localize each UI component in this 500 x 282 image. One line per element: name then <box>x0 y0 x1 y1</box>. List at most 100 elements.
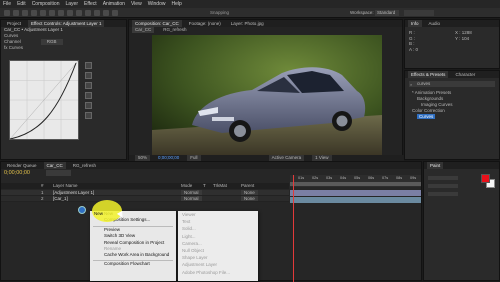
flow-slider[interactable] <box>428 184 458 188</box>
layer-row[interactable]: 2 [Car_1] Normal None <box>1 196 289 202</box>
curves-graph[interactable] <box>9 60 79 140</box>
opacity-slider[interactable] <box>428 176 458 180</box>
submenu-item-solid[interactable]: Solid... <box>178 225 258 232</box>
time-ruler[interactable]: 01s 02s 03s 04s 05s 06s 07s 08s 09s <box>290 175 421 187</box>
save-icon[interactable] <box>85 92 92 99</box>
tab-timeline-car-cc[interactable]: Car_CC <box>43 162 66 169</box>
rotate-tool-icon[interactable] <box>31 10 37 16</box>
menu-item-composition-flowchart[interactable]: Composition Flowchart <box>90 261 176 267</box>
ruler-tick: 02s <box>312 176 319 180</box>
work-area-bar[interactable] <box>290 182 421 186</box>
eraser-tool-icon[interactable] <box>103 10 109 16</box>
snapping-label[interactable]: Snapping <box>210 10 229 15</box>
selection-tool-icon[interactable] <box>4 10 10 16</box>
ruler-tick: 04s <box>340 176 347 180</box>
timeline-timecode[interactable]: 0;00;00;00 <box>4 170 30 176</box>
submenu-item-adjustment-layer[interactable]: Adjustment Layer <box>178 261 258 268</box>
ruler-tick: 09s <box>410 176 417 180</box>
clone-tool-icon[interactable] <box>94 10 100 16</box>
ruler-tick: 05s <box>354 176 361 180</box>
composition-panel: Composition: Car_CC Footage: (none) Laye… <box>128 19 404 161</box>
comp-breadcrumb-2[interactable]: RG_refresh <box>160 27 189 33</box>
tab-effects-presets[interactable]: Effects & Presets <box>408 71 449 78</box>
effects-search-input[interactable]: curves <box>409 81 495 87</box>
submenu-item-text[interactable]: Text <box>178 218 258 225</box>
submenu-item-shape-layer[interactable]: Shape Layer <box>178 254 258 261</box>
workspace-label: Workspace: <box>350 10 374 15</box>
brush-tool-icon[interactable] <box>85 10 91 16</box>
menu-file[interactable]: File <box>3 0 11 8</box>
layer-bar-car[interactable] <box>290 197 421 203</box>
tab-character[interactable]: Character <box>452 71 478 78</box>
effects-item-curves[interactable]: Curves <box>417 114 436 119</box>
menu-item-new-label[interactable]: New <box>94 211 103 216</box>
tab-paint[interactable]: Paint <box>427 162 444 169</box>
menu-view[interactable]: View <box>131 0 142 8</box>
tab-layer[interactable]: Layer: Photo.jpg <box>228 20 267 27</box>
menu-animation[interactable]: Animation <box>103 0 125 8</box>
tab-project[interactable]: Project <box>4 20 24 27</box>
tab-effect-controls[interactable]: Effect Controls: Adjustment Layer 1 <box>28 20 105 27</box>
reset-icon[interactable] <box>85 112 92 119</box>
info-y: Y : 104 <box>455 35 470 41</box>
submenu-item-light[interactable]: Light... <box>178 233 258 240</box>
tab-composition[interactable]: Composition: Car_CC <box>132 20 182 27</box>
ruler-tick: 01s <box>298 176 305 180</box>
col-number: # <box>41 183 44 188</box>
tab-info[interactable]: Info <box>408 20 422 27</box>
menu-bar: File Edit Composition Layer Effect Anima… <box>0 0 500 8</box>
workspace-select[interactable]: Standard <box>375 9 399 16</box>
ruler-tick: 03s <box>326 176 333 180</box>
curves-graph-svg <box>9 60 79 140</box>
timeline-search-input[interactable] <box>46 170 71 176</box>
layer-mode[interactable]: Normal <box>181 196 202 201</box>
layer-list: 1 [Adjustment Layer 1] Normal None 2 [Ca… <box>1 190 289 202</box>
submenu-item-camera[interactable]: Camera... <box>178 240 258 247</box>
search-help-input[interactable] <box>404 10 434 16</box>
pan-tool-icon[interactable] <box>49 10 55 16</box>
mode-select[interactable] <box>428 192 458 196</box>
foreground-color-swatch[interactable] <box>481 174 490 183</box>
channel-select[interactable]: RGB <box>40 39 63 45</box>
layer-parent[interactable]: None <box>241 196 258 201</box>
comp-breadcrumb[interactable]: Car_CC <box>132 27 155 33</box>
menu-edit[interactable]: Edit <box>17 0 26 8</box>
pencil-tool-icon[interactable] <box>85 72 92 79</box>
zoom-tool-icon[interactable] <box>22 10 28 16</box>
camera-tool-icon[interactable] <box>40 10 46 16</box>
menu-layer[interactable]: Layer <box>65 0 78 8</box>
layer-name[interactable]: [Car_1] <box>53 196 68 201</box>
playhead[interactable] <box>293 175 294 282</box>
tab-audio[interactable]: Audio <box>426 20 444 27</box>
info-panel: Info Audio R : G : B : A : 0 X : 1288 Y … <box>404 19 500 69</box>
menu-composition[interactable]: Composition <box>32 0 60 8</box>
menu-window[interactable]: Window <box>148 0 166 8</box>
puppet-tool-icon[interactable] <box>112 10 118 16</box>
tab-footage[interactable]: Footage: (none) <box>186 20 224 27</box>
hand-tool-icon[interactable] <box>13 10 19 16</box>
ruler-tick: 07s <box>382 176 389 180</box>
layer-bar-adjustment[interactable] <box>290 190 421 196</box>
effects-presets-panel: Effects & Presets Character curves ⌕ * A… <box>404 70 500 160</box>
open-icon[interactable] <box>85 82 92 89</box>
smooth-icon[interactable] <box>85 102 92 109</box>
text-tool-icon[interactable] <box>76 10 82 16</box>
pen-tool-icon[interactable] <box>67 10 73 16</box>
menu-help[interactable]: Help <box>171 0 181 8</box>
search-icon: ⌕ <box>410 82 413 87</box>
composition-viewer[interactable] <box>152 35 382 155</box>
col-layer-name[interactable]: Layer Name <box>53 183 78 189</box>
mask-tool-icon[interactable] <box>58 10 64 16</box>
tab-timeline-rg-refresh[interactable]: RG_refresh <box>70 162 99 169</box>
tab-render-queue[interactable]: Render Queue <box>4 162 40 169</box>
col-mode: Mode <box>181 183 193 188</box>
fx-curves-label[interactable]: fx Curves <box>1 45 126 51</box>
submenu-item-photoshop-file[interactable]: Adobe Photoshop File... <box>178 269 258 276</box>
menu-effect[interactable]: Effect <box>84 0 97 8</box>
submenu-item-viewer[interactable]: Viewer <box>178 211 258 218</box>
layer-number: 2 <box>41 196 44 201</box>
submenu-item-null-object[interactable]: Null Object <box>178 247 258 254</box>
paint-panel: Paint <box>423 161 500 281</box>
curve-tool-icon[interactable] <box>85 62 92 69</box>
tool-bar: Snapping Workspace: Standard <box>0 8 500 18</box>
